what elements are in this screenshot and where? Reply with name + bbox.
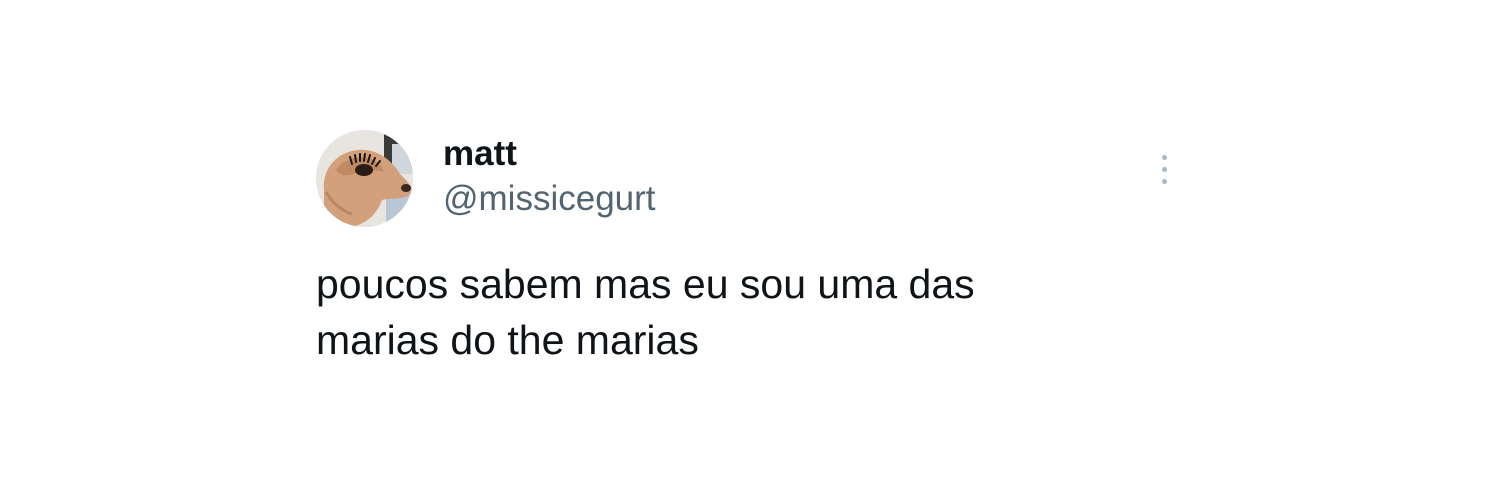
avatar[interactable]: [316, 130, 413, 227]
dog-avatar-icon: [316, 130, 413, 227]
tweet-text-line: poucos sabem mas eu sou uma das: [316, 261, 975, 307]
user-handle[interactable]: @missicegurt: [443, 178, 656, 220]
tweet-text: poucos sabem mas eu sou uma das marias d…: [316, 256, 1116, 368]
more-options-button[interactable]: [1152, 150, 1176, 190]
display-name[interactable]: matt: [443, 134, 517, 174]
tweet-text-line: marias do the marias: [316, 317, 699, 363]
